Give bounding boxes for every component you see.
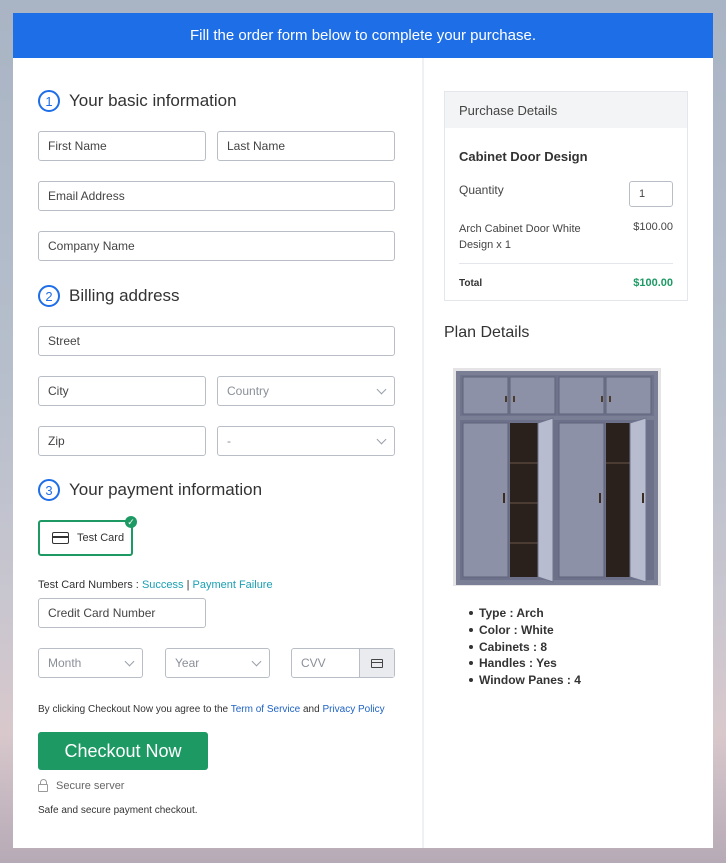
- street-placeholder: Street: [48, 334, 81, 348]
- secure-server-row: Secure server: [38, 779, 125, 792]
- and-text: and: [302, 704, 320, 715]
- chevron-down-icon: [124, 656, 135, 667]
- company-placeholder: Company Name: [48, 239, 135, 253]
- feature-item: Type : Arch: [469, 605, 581, 622]
- billing-heading: 2 Billing address: [38, 285, 180, 307]
- purchase-details-box: Purchase Details Cabinet Door Design Qua…: [444, 91, 688, 301]
- quantity-value: 1: [639, 188, 646, 200]
- year-select[interactable]: Year: [165, 648, 270, 678]
- company-field[interactable]: Company Name: [38, 231, 395, 261]
- billing-title: Billing address: [69, 286, 180, 305]
- basic-info-heading: 1 Your basic information: [38, 90, 237, 112]
- plan-details-title: Plan Details: [444, 324, 530, 341]
- column-divider: [422, 58, 424, 848]
- total-label: Total: [459, 278, 483, 289]
- test-card-label: Test Card: [77, 532, 125, 544]
- country-select[interactable]: Country: [217, 376, 395, 406]
- order-form-card: 1 Your basic information First Name Last…: [13, 58, 713, 848]
- bullet-icon: [469, 644, 473, 649]
- payment-heading: 3 Your payment information: [38, 479, 262, 501]
- zip-field[interactable]: Zip: [38, 426, 206, 456]
- card-number-placeholder: Credit Card Number: [48, 606, 156, 620]
- last-name-field[interactable]: Last Name: [217, 131, 395, 161]
- order-banner: Fill the order form below to complete yo…: [13, 13, 713, 58]
- total-value: $100.00: [633, 277, 673, 289]
- year-value: Year: [175, 656, 200, 670]
- quantity-input[interactable]: 1: [629, 181, 673, 207]
- credit-card-icon: [52, 532, 69, 544]
- item-line-2: Design x 1: [459, 239, 511, 251]
- cvv-card-button[interactable]: [359, 649, 394, 677]
- card-number-field[interactable]: Credit Card Number: [38, 598, 206, 628]
- state-value: -: [227, 434, 231, 448]
- item-description: Arch Cabinet Door White Design x 1: [459, 221, 581, 253]
- last-name-placeholder: Last Name: [227, 139, 286, 153]
- basic-info-title: Your basic information: [69, 91, 237, 110]
- test-card-numbers-label: Test Card Numbers :: [38, 579, 139, 591]
- link-separator: |: [186, 579, 190, 591]
- cvv-placeholder: CVV: [301, 656, 326, 670]
- email-field[interactable]: Email Address: [38, 181, 395, 211]
- plan-features-list: Type : Arch Color : White Cabinets : 8 H…: [469, 605, 581, 688]
- test-card-option[interactable]: Test Card ✓: [38, 516, 137, 556]
- terms-notice: By clicking Checkout Now you agree to th…: [38, 704, 385, 715]
- feature-cabinets: Cabinets : 8: [479, 639, 548, 654]
- payment-title: Your payment information: [69, 480, 263, 499]
- success-link[interactable]: Success: [142, 579, 184, 591]
- email-placeholder: Email Address: [48, 189, 125, 203]
- feature-color: Color : White: [479, 623, 554, 638]
- first-name-placeholder: First Name: [48, 139, 107, 153]
- product-name: Cabinet Door Design: [459, 149, 588, 164]
- bullet-icon: [469, 661, 473, 666]
- step-1-icon: 1: [38, 90, 60, 112]
- feature-handles: Handles : Yes: [479, 656, 557, 671]
- safe-checkout-text: Safe and secure payment checkout.: [38, 805, 198, 816]
- month-value: Month: [48, 656, 82, 670]
- month-select[interactable]: Month: [38, 648, 143, 678]
- bullet-icon: [469, 611, 473, 616]
- zip-placeholder: Zip: [48, 434, 65, 448]
- checkout-button[interactable]: Checkout Now: [38, 732, 208, 770]
- terms-link[interactable]: Term of Service: [231, 704, 300, 715]
- feature-item: Color : White: [469, 622, 581, 639]
- purchase-details-header: Purchase Details: [445, 92, 687, 128]
- bullet-icon: [469, 678, 473, 683]
- feature-item: Window Panes : 4: [469, 672, 581, 689]
- bullet-icon: [469, 628, 473, 633]
- checkmark-icon: ✓: [125, 516, 137, 528]
- secure-server-label: Secure server: [56, 780, 125, 792]
- state-select[interactable]: -: [217, 426, 395, 456]
- city-placeholder: City: [48, 384, 69, 398]
- quantity-label: Quantity: [459, 183, 504, 197]
- feature-item: Handles : Yes: [469, 655, 581, 672]
- item-price: $100.00: [633, 221, 673, 233]
- details-divider: [459, 263, 673, 264]
- cvv-field[interactable]: CVV: [291, 648, 395, 678]
- chevron-down-icon: [376, 384, 387, 395]
- item-line-1: Arch Cabinet Door White: [459, 223, 581, 235]
- feature-item: Cabinets : 8: [469, 638, 581, 655]
- agree-text: By clicking Checkout Now you agree to th…: [38, 704, 229, 715]
- chevron-down-icon: [251, 656, 262, 667]
- lock-icon: [38, 779, 48, 792]
- privacy-link[interactable]: Privacy Policy: [322, 704, 384, 715]
- payment-failure-link[interactable]: Payment Failure: [193, 579, 273, 591]
- step-2-icon: 2: [38, 285, 60, 307]
- feature-type: Type : Arch: [479, 606, 544, 621]
- step-3-icon: 3: [38, 479, 60, 501]
- first-name-field[interactable]: First Name: [38, 131, 206, 161]
- test-card-numbers: Test Card Numbers : Success | Payment Fa…: [38, 579, 273, 591]
- chevron-down-icon: [376, 434, 387, 445]
- city-field[interactable]: City: [38, 376, 206, 406]
- country-value: Country: [227, 384, 270, 398]
- feature-window-panes: Window Panes : 4: [479, 673, 581, 688]
- cabinet-image: [453, 368, 661, 586]
- street-field[interactable]: Street: [38, 326, 395, 356]
- card-icon: [371, 658, 383, 668]
